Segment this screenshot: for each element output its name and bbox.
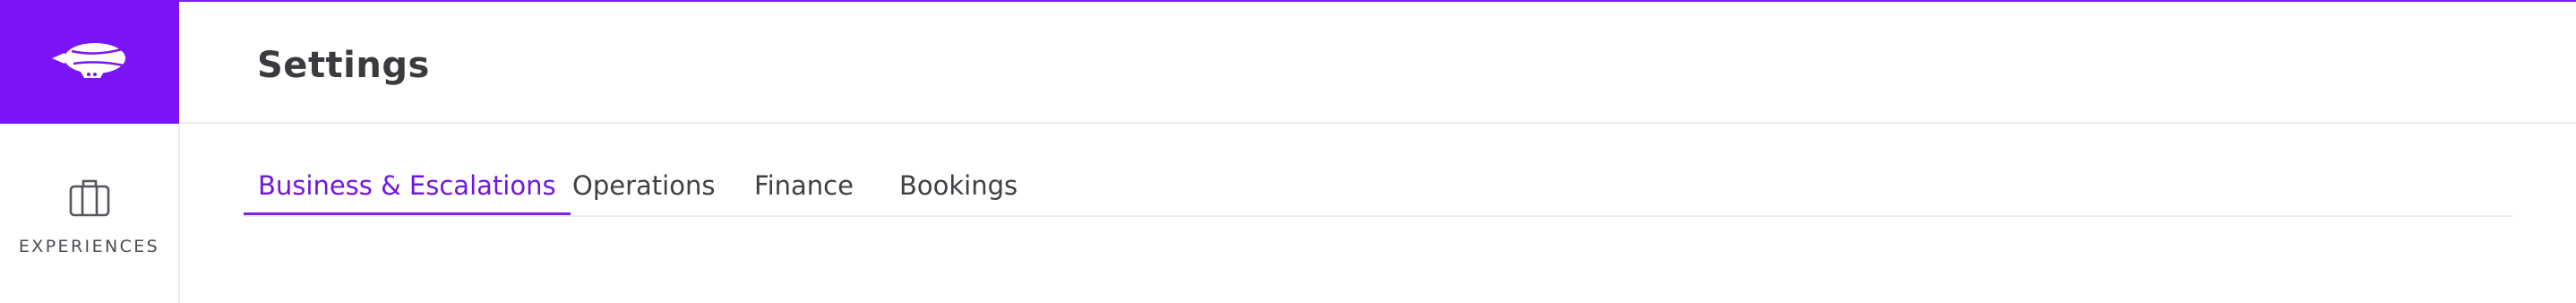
blimp-icon xyxy=(52,43,125,78)
briefcase-icon xyxy=(69,179,109,217)
tab-label: Business & Escalations xyxy=(258,170,556,201)
tab-bookings[interactable]: Bookings xyxy=(899,170,1018,213)
brand-logo[interactable] xyxy=(0,0,179,124)
tab-label: Operations xyxy=(572,170,716,201)
tab-label: Bookings xyxy=(899,170,1018,201)
page-title: Settings xyxy=(257,45,430,86)
tab-finance[interactable]: Finance xyxy=(754,170,854,213)
sidebar-item-experiences[interactable]: EXPERIENCES xyxy=(0,124,178,303)
sidebar: EXPERIENCES xyxy=(0,124,180,303)
tab-business-escalations[interactable]: Business & Escalations xyxy=(244,170,571,215)
settings-tabs: Business & Escalations Operations Financ… xyxy=(244,170,2513,217)
sidebar-item-label: EXPERIENCES xyxy=(18,237,160,256)
header: Settings xyxy=(179,2,2576,124)
tab-operations[interactable]: Operations xyxy=(572,170,715,213)
tab-label: Finance xyxy=(754,170,854,201)
